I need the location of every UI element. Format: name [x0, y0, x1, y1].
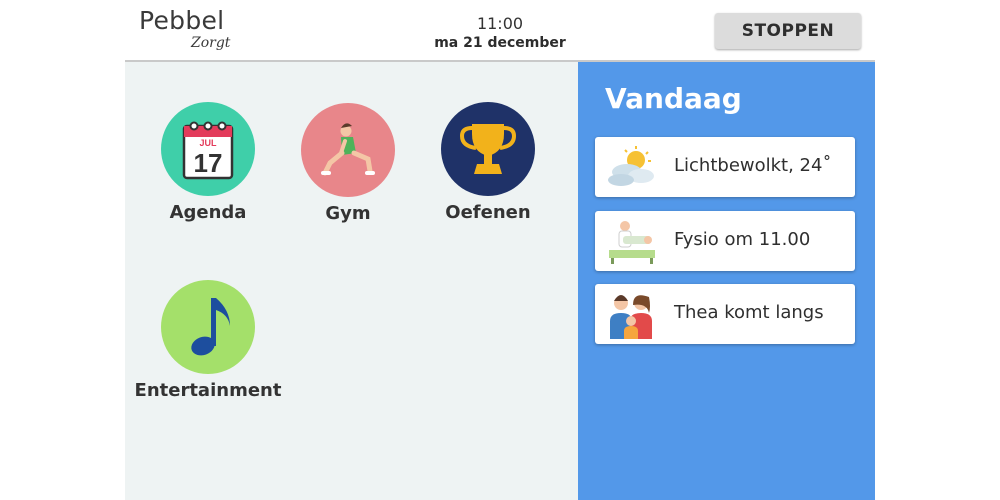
- stop-button[interactable]: STOPPEN: [715, 13, 861, 49]
- today-panel: Vandaag Lichtbewolkt, 24˚ Fysio om 11.00…: [578, 62, 875, 500]
- brand-tagline: Zorgt: [191, 35, 231, 51]
- trophy-icon: [441, 102, 535, 196]
- app-oefenen[interactable]: Oefenen: [418, 102, 558, 223]
- today-item-visit[interactable]: Thea komt langs: [595, 284, 855, 344]
- clock-date: ma 21 december: [434, 35, 566, 51]
- app-label: Entertainment: [134, 380, 282, 401]
- clock-time: 11:00: [476, 14, 524, 33]
- calendar-icon: JUL 17: [161, 102, 255, 196]
- brand-name: Pebbel: [139, 6, 225, 35]
- calendar-day: 17: [194, 148, 223, 178]
- today-item-text: Fysio om 11.00: [674, 229, 811, 250]
- app-entertainment[interactable]: Entertainment: [135, 280, 281, 401]
- app-window: Pebbel Zorgt 11:00 ma 21 december STOPPE…: [125, 0, 875, 500]
- apps-panel: JUL 17 Agenda Gym Oefenen Entertainment: [125, 62, 578, 500]
- family-visit-icon: [605, 289, 657, 341]
- app-agenda[interactable]: JUL 17 Agenda: [138, 102, 278, 223]
- calendar-month: JUL: [199, 138, 217, 148]
- app-label: Oefenen: [445, 202, 531, 223]
- today-item-text: Thea komt langs: [674, 302, 824, 323]
- brand-logo: Pebbel Zorgt: [139, 6, 230, 51]
- weather-partly-cloudy-icon: [605, 142, 657, 194]
- app-gym[interactable]: Gym: [278, 103, 418, 224]
- app-label: Gym: [325, 203, 371, 224]
- physiotherapy-icon: [605, 216, 657, 268]
- today-item-text: Lichtbewolkt, 24˚: [674, 155, 832, 176]
- music-note-icon: [161, 280, 255, 374]
- today-item-weather[interactable]: Lichtbewolkt, 24˚: [595, 137, 855, 197]
- today-item-physio[interactable]: Fysio om 11.00: [595, 211, 855, 271]
- app-label: Agenda: [169, 202, 247, 223]
- today-title: Vandaag: [605, 82, 742, 115]
- clock: 11:00 ma 21 december: [400, 14, 600, 52]
- exercise-icon: [301, 103, 395, 197]
- header-bar: Pebbel Zorgt 11:00 ma 21 december STOPPE…: [125, 0, 875, 62]
